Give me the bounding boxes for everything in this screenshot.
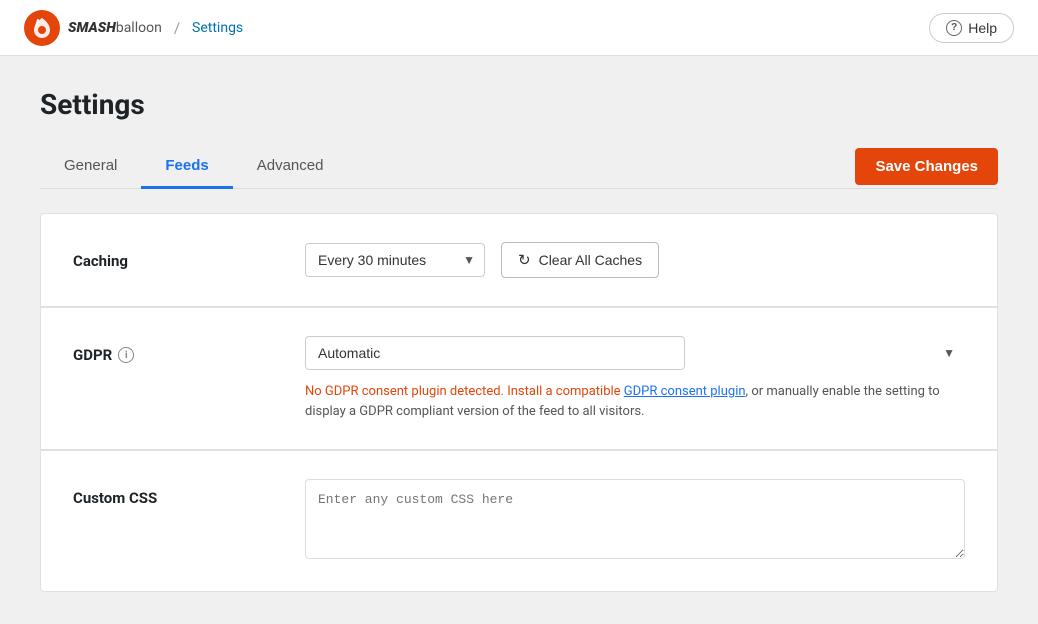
tabs-left: General Feeds Advanced bbox=[40, 145, 855, 188]
help-circle-icon: ? bbox=[946, 20, 962, 36]
tab-general[interactable]: General bbox=[40, 145, 141, 189]
tab-advanced[interactable]: Advanced bbox=[233, 145, 348, 189]
clear-caches-label: Clear All Caches bbox=[539, 252, 643, 268]
gdpr-warning-text: No GDPR consent plugin detected. Install… bbox=[305, 384, 624, 399]
caching-label: Caching bbox=[73, 242, 273, 270]
gdpr-plugin-link[interactable]: GDPR consent plugin bbox=[624, 384, 746, 399]
caching-select-wrapper: Every 30 minutes Every hour Every 2 hour… bbox=[305, 243, 485, 277]
brand-name: SMASHballoon bbox=[68, 20, 162, 36]
tabs-container: General Feeds Advanced Save Changes bbox=[40, 145, 998, 189]
gdpr-select-arrow-icon: ▼ bbox=[943, 346, 955, 360]
tab-feeds[interactable]: Feeds bbox=[141, 145, 232, 189]
breadcrumb-separator: / bbox=[174, 19, 180, 37]
gdpr-info-icon[interactable]: i bbox=[118, 347, 134, 363]
custom-css-section: Custom CSS bbox=[40, 450, 998, 592]
help-label: Help bbox=[968, 20, 997, 36]
gdpr-mode-select[interactable]: Automatic Enabled Disabled bbox=[305, 336, 685, 370]
page-title: Settings bbox=[40, 88, 998, 121]
custom-css-label: Custom CSS bbox=[73, 479, 273, 507]
gdpr-message: No GDPR consent plugin detected. Install… bbox=[305, 382, 965, 421]
gdpr-content: Automatic Enabled Disabled ▼ No GDPR con… bbox=[305, 336, 965, 421]
custom-css-textarea[interactable] bbox=[305, 479, 965, 559]
help-button[interactable]: ? Help bbox=[929, 13, 1014, 43]
gdpr-section: GDPR i Automatic Enabled Disabled ▼ No G… bbox=[40, 307, 998, 450]
caching-content: Every 30 minutes Every hour Every 2 hour… bbox=[305, 242, 965, 278]
main-content: Settings General Feeds Advanced Save Cha… bbox=[0, 56, 1038, 624]
breadcrumb-settings: Settings bbox=[192, 20, 243, 36]
save-changes-button[interactable]: Save Changes bbox=[855, 148, 998, 185]
gdpr-select-wrapper: Automatic Enabled Disabled ▼ bbox=[305, 336, 965, 370]
settings-sections: Caching Every 30 minutes Every hour Ever… bbox=[40, 213, 998, 592]
custom-css-content bbox=[305, 479, 965, 563]
caching-frequency-select[interactable]: Every 30 minutes Every hour Every 2 hour… bbox=[305, 243, 485, 277]
gdpr-label: GDPR i bbox=[73, 336, 273, 364]
refresh-icon: ↻ bbox=[518, 251, 531, 269]
caching-section: Caching Every 30 minutes Every hour Ever… bbox=[40, 213, 998, 307]
topbar-left: SMASHballoon / Settings bbox=[24, 10, 243, 46]
clear-all-caches-button[interactable]: ↻ Clear All Caches bbox=[501, 242, 659, 278]
smash-balloon-logo bbox=[24, 10, 60, 46]
topbar: SMASHballoon / Settings ? Help bbox=[0, 0, 1038, 56]
